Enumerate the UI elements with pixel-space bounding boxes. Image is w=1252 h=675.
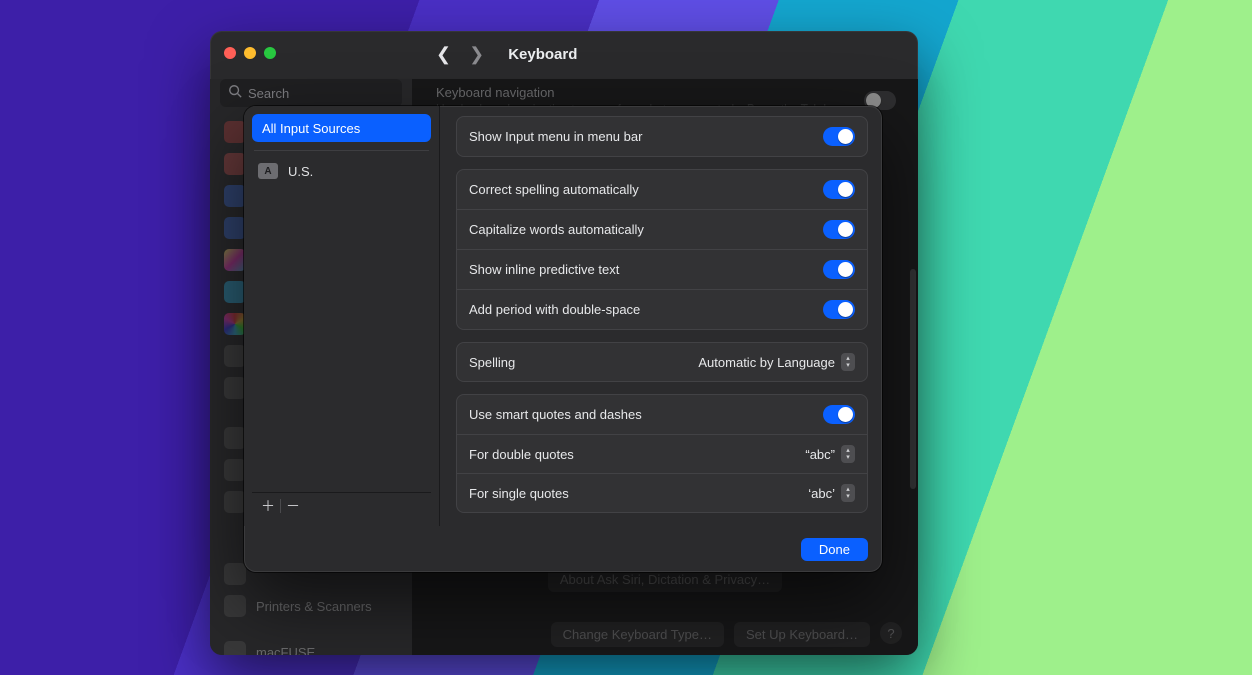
single-quotes-popup[interactable]: ‘abc’ ▴▾ [808, 484, 855, 502]
input-sources-sheet: All Input Sources A U.S. ＋ － Show Input … [244, 106, 882, 572]
sidebar-icon [224, 185, 246, 207]
group-typing: Correct spelling automatically Capitaliz… [456, 169, 868, 330]
popup-value: ‘abc’ [808, 486, 835, 501]
row-spelling: Spelling Automatic by Language ▴▾ [457, 343, 867, 381]
popup-value: “abc” [805, 447, 835, 462]
sidebar-item-macfuse[interactable]: macFUSE [218, 637, 404, 655]
input-source-label: U.S. [288, 164, 313, 179]
predictive-text-toggle[interactable] [823, 260, 855, 279]
show-input-menu-toggle[interactable] [823, 127, 855, 146]
chevron-updown-icon: ▴▾ [841, 353, 855, 371]
all-input-sources[interactable]: All Input Sources [252, 114, 431, 142]
done-button[interactable]: Done [801, 538, 868, 561]
spelling-popup[interactable]: Automatic by Language ▴▾ [698, 353, 855, 371]
row-label: Use smart quotes and dashes [469, 407, 642, 422]
sidebar-item-printers[interactable]: Printers & Scanners [218, 591, 404, 621]
minimize-icon[interactable] [244, 47, 256, 59]
group-input-menu: Show Input menu in menu bar [456, 116, 868, 157]
row-correct-spelling: Correct spelling automatically [457, 170, 867, 209]
divider [254, 150, 429, 151]
search-input[interactable] [248, 86, 424, 101]
sidebar-icon [224, 121, 246, 143]
sidebar-icon [224, 377, 246, 399]
row-smart-quotes: Use smart quotes and dashes [457, 395, 867, 434]
row-label: Add period with double-space [469, 302, 640, 317]
period-double-space-toggle[interactable] [823, 300, 855, 319]
row-double-quotes: For double quotes “abc” ▴▾ [457, 434, 867, 473]
row-single-quotes: For single quotes ‘abc’ ▴▾ [457, 473, 867, 512]
sidebar-icon [224, 563, 246, 585]
extension-icon [224, 641, 246, 655]
search-field[interactable] [220, 79, 402, 107]
row-label: For single quotes [469, 486, 569, 501]
add-source-button[interactable]: ＋ [256, 496, 280, 516]
smart-quotes-toggle[interactable] [823, 405, 855, 424]
traffic-lights [224, 47, 276, 59]
zoom-icon[interactable] [264, 47, 276, 59]
remove-source-button[interactable]: － [281, 496, 305, 516]
titlebar: ❮ ❯ Keyboard [210, 31, 918, 79]
correct-spelling-toggle[interactable] [823, 180, 855, 199]
row-label: Correct spelling automatically [469, 182, 639, 197]
forward-icon: ❯ [469, 45, 484, 63]
sidebar-icon [224, 217, 246, 239]
row-label: Spelling [469, 355, 515, 370]
double-quotes-popup[interactable]: “abc” ▴▾ [805, 445, 855, 463]
capitalize-toggle[interactable] [823, 220, 855, 239]
back-icon[interactable]: ❮ [436, 45, 451, 63]
row-show-input-menu: Show Input menu in menu bar [457, 117, 867, 156]
sidebar-icon [224, 313, 246, 335]
popup-value: Automatic by Language [698, 355, 835, 370]
sidebar-icon [224, 281, 246, 303]
sheet-sidebar-footer: ＋ － [252, 492, 431, 518]
row-label: Show inline predictive text [469, 262, 619, 277]
sidebar-icon [224, 249, 246, 271]
group-quotes: Use smart quotes and dashes For double q… [456, 394, 868, 513]
sidebar-item-label: macFUSE [256, 645, 315, 656]
chevron-updown-icon: ▴▾ [841, 445, 855, 463]
input-source-us[interactable]: A U.S. [252, 159, 431, 183]
sidebar-icon [224, 427, 246, 449]
sidebar-icon [224, 459, 246, 481]
sheet-footer: Done [244, 526, 882, 572]
row-predictive: Show inline predictive text [457, 249, 867, 289]
close-icon[interactable] [224, 47, 236, 59]
sidebar-icon [224, 345, 246, 367]
row-label: Show Input menu in menu bar [469, 129, 642, 144]
row-period: Add period with double-space [457, 289, 867, 329]
group-spelling: Spelling Automatic by Language ▴▾ [456, 342, 868, 382]
sheet-sidebar: All Input Sources A U.S. ＋ － [244, 106, 440, 526]
sidebar-icon [224, 491, 246, 513]
keyboard-layout-icon: A [258, 163, 278, 179]
printer-icon [224, 595, 246, 617]
sidebar-item-label: Printers & Scanners [256, 599, 372, 614]
chevron-updown-icon: ▴▾ [841, 484, 855, 502]
row-capitalize: Capitalize words automatically [457, 209, 867, 249]
row-label: Capitalize words automatically [469, 222, 644, 237]
sheet-content: Show Input menu in menu bar Correct spel… [440, 106, 882, 526]
sidebar-icon [224, 153, 246, 175]
row-label: For double quotes [469, 447, 574, 462]
page-title: Keyboard [508, 46, 577, 63]
search-icon [228, 84, 242, 103]
nav: ❮ ❯ Keyboard [436, 45, 577, 63]
